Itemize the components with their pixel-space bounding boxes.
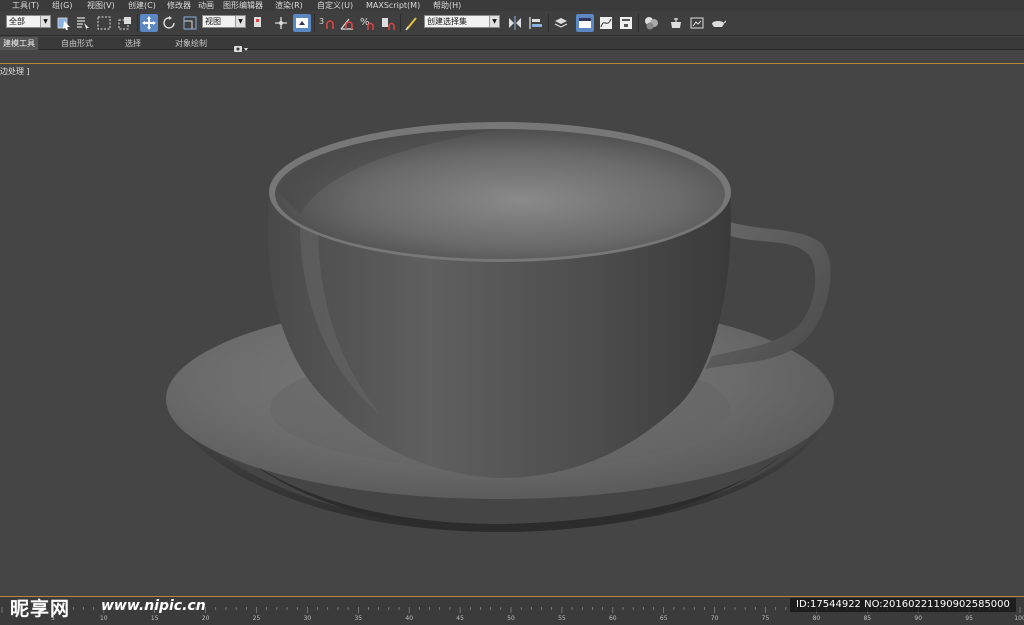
toolbar-separator <box>314 14 315 32</box>
menu-create[interactable]: 创建(C) <box>128 0 156 11</box>
angle-snap-icon[interactable] <box>338 14 356 32</box>
tab-object-paint[interactable]: 对象绘制 <box>172 37 210 50</box>
select-and-move-icon[interactable] <box>140 14 158 32</box>
main-toolbar: 全部 ▼ 视图 ▼ 3 % 创建选择集 ▼ <box>0 11 1024 36</box>
select-by-name-icon[interactable] <box>74 14 92 32</box>
tab-modeling-tools[interactable]: 建模工具 <box>0 37 38 50</box>
material-editor-icon[interactable] <box>642 14 660 32</box>
ruler-tick-label: 15 <box>151 615 159 622</box>
toolbar-separator <box>548 14 549 32</box>
ruler-tick-label: 100 <box>1014 615 1024 622</box>
window-crossing-icon[interactable] <box>116 14 134 32</box>
chevron-down-icon: ▼ <box>40 16 50 27</box>
layer-manager-icon[interactable] <box>552 14 570 32</box>
ruler-tick-label: 20 <box>202 615 210 622</box>
chevron-down-icon: ▼ <box>235 16 245 27</box>
ruler-tick-label: 65 <box>660 615 668 622</box>
viewport-label[interactable]: 边处理 ] <box>0 66 30 77</box>
ruler-tick-label: 90 <box>914 615 922 622</box>
ruler-tick-label: 35 <box>354 615 362 622</box>
menu-graph-editors[interactable]: 图形编辑器 <box>223 0 263 11</box>
ruler-tick-label: 95 <box>965 615 973 622</box>
menu-group[interactable]: 组(G) <box>52 0 72 11</box>
render-setup-icon[interactable] <box>667 14 685 32</box>
schematic-view-icon[interactable] <box>617 14 635 32</box>
toolbar-separator <box>137 14 138 32</box>
spinner-snap-icon[interactable] <box>379 14 397 32</box>
tab-selection[interactable]: 选择 <box>122 37 144 50</box>
chevron-down-icon: ▼ <box>489 16 499 27</box>
align-icon[interactable] <box>527 14 545 32</box>
named-selection-set-dropdown[interactable]: 创建选择集 ▼ <box>424 15 500 28</box>
edit-named-selection-icon[interactable] <box>403 14 421 32</box>
named-selection-set-value: 创建选择集 <box>427 17 467 26</box>
menu-rendering[interactable]: 渲染(R) <box>275 0 303 11</box>
menu-tools[interactable]: 工具(T) <box>12 0 39 11</box>
rectangular-region-icon[interactable] <box>95 14 113 32</box>
ribbon-options-icon[interactable] <box>234 39 248 52</box>
select-object-icon[interactable] <box>55 14 73 32</box>
menu-help[interactable]: 帮助(H) <box>433 0 461 11</box>
ruler-tick-label: 55 <box>558 615 566 622</box>
ruler-tick-label: 85 <box>863 615 871 622</box>
ruler-tick-label: 80 <box>813 615 821 622</box>
menu-views[interactable]: 视图(V) <box>87 0 115 11</box>
menu-modifiers[interactable]: 修改器 <box>167 0 191 11</box>
watermark-logo: 昵享网 <box>10 598 71 620</box>
ribbon-bar: 建模工具 自由形式 选择 对象绘制 <box>0 37 1024 52</box>
ruler-tick-label: 40 <box>405 615 413 622</box>
menu-bar: 工具(T) 组(G) 视图(V) 创建(C) 修改器 动画 图形编辑器 渲染(R… <box>0 0 1024 11</box>
ruler-tick-label: 25 <box>253 615 261 622</box>
cup-interior <box>275 129 725 259</box>
select-and-rotate-icon[interactable] <box>160 14 178 32</box>
curve-editor-icon[interactable] <box>597 14 615 32</box>
keyboard-shortcut-icon[interactable] <box>293 14 311 32</box>
menu-animation[interactable]: 动画 <box>198 0 214 11</box>
snap-toggle-icon[interactable]: 3 <box>317 14 335 32</box>
ruler-tick-label: 70 <box>711 615 719 622</box>
render-production-icon[interactable] <box>709 14 727 32</box>
ruler-tick-label: 60 <box>609 615 617 622</box>
ruler-tick-label: 10 <box>100 615 108 622</box>
perspective-viewport[interactable]: 边处理 ] <box>0 64 1024 599</box>
select-and-scale-icon[interactable] <box>181 14 199 32</box>
watermark-url: www.nipic.cn <box>101 598 206 614</box>
ruler-tick-label: 30 <box>304 615 312 622</box>
reference-coordinate-value: 视图 <box>205 17 221 26</box>
use-pivot-center-icon[interactable] <box>250 14 268 32</box>
ribbon-toggle-icon[interactable] <box>576 14 594 32</box>
snap-toggle-label: 3 <box>319 17 324 26</box>
reference-coordinate-dropdown[interactable]: 视图 ▼ <box>202 15 246 28</box>
menu-maxscript[interactable]: MAXScript(M) <box>366 0 420 11</box>
tab-freeform[interactable]: 自由形式 <box>58 37 96 50</box>
select-manipulate-icon[interactable] <box>272 14 290 32</box>
toolbar-separator <box>638 14 639 32</box>
ruler-tick-label: 50 <box>507 615 515 622</box>
mirror-icon[interactable] <box>506 14 524 32</box>
ruler-tick-label: 45 <box>456 615 464 622</box>
ruler-tick-label: 75 <box>762 615 770 622</box>
watermark-id-badge: ID:17544922 NO:20160221190902585000 <box>790 598 1016 612</box>
toolbar-separator <box>400 14 401 32</box>
rendered-frame-window-icon[interactable] <box>688 14 706 32</box>
selection-filter-dropdown[interactable]: 全部 ▼ <box>6 15 51 28</box>
percent-snap-icon[interactable]: % <box>358 14 376 32</box>
selection-filter-value: 全部 <box>9 17 25 26</box>
teacup-scene <box>166 122 834 532</box>
menu-customize[interactable]: 自定义(U) <box>317 0 353 11</box>
